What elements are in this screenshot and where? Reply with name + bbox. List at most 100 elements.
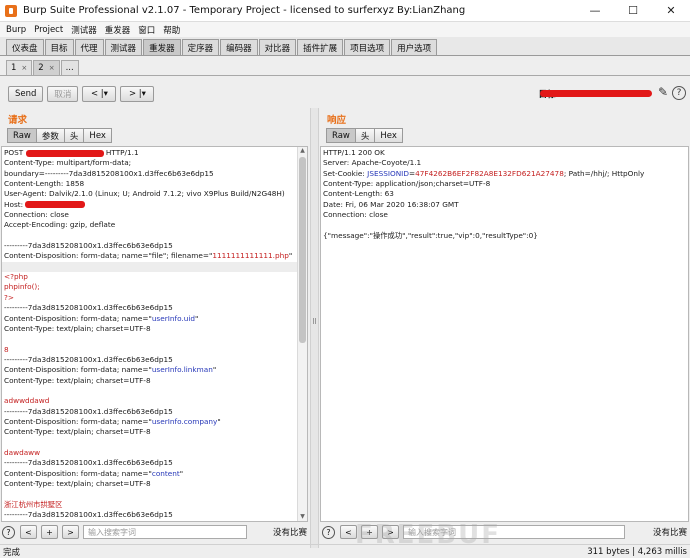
splitter-grip-icon [313, 318, 316, 324]
request-line: Content-Disposition: form-data; name="fi… [4, 251, 298, 261]
edit-target-pencil-icon[interactable]: ✎ [658, 85, 668, 99]
response-line: Set-Cookie: JSESSIONID=47F4262B6EF2F82A8… [323, 169, 644, 179]
request-text: POST HTTP/1.1 Content-Type: multipart/for… [2, 148, 298, 521]
close-tab-icon[interactable]: × [49, 64, 55, 72]
search-next-button[interactable]: > [62, 525, 79, 539]
request-scrollbar[interactable]: ▲ ▼ [297, 147, 307, 521]
response-tab-raw[interactable]: Raw [326, 128, 356, 143]
forward-button[interactable]: > |▾ [120, 86, 155, 102]
tab-proxy[interactable]: 代理 [74, 39, 104, 55]
tab-repeater[interactable]: 重发器 [143, 39, 181, 55]
redaction-mark [25, 149, 104, 157]
request-token: HTTP/1.1 [103, 148, 139, 157]
tab-user-options[interactable]: 用户选项 [391, 39, 438, 55]
tab-intruder[interactable]: 测试器 [104, 39, 143, 55]
request-token: Content-Length: 1858 [4, 179, 85, 189]
tab-target[interactable]: 目标 [44, 39, 74, 55]
help-icon[interactable]: ? [672, 86, 686, 100]
request-editor[interactable]: POST HTTP/1.1 Content-Type: multipart/for… [1, 146, 308, 522]
search-add-button[interactable]: + [361, 525, 378, 539]
request-search-input[interactable]: 输入搜索字词 [83, 525, 247, 539]
response-line: Server: Apache-Coyote/1.1 [323, 158, 644, 168]
request-token: " [288, 251, 293, 261]
request-token: ---------7da3d815208100x1.d3ffec6b63e6dp… [4, 458, 173, 468]
request-tab-params[interactable]: 参数 [35, 128, 65, 143]
search-prev-button[interactable]: < [340, 525, 357, 539]
response-pane: 响应 Raw 头 Hex HTTP/1.1 200 OK Server: Apac… [319, 108, 690, 522]
target-redaction [540, 90, 652, 97]
search-add-button[interactable]: + [41, 525, 58, 539]
menu-burp[interactable]: Burp [6, 25, 26, 35]
menu-help[interactable]: 帮助 [163, 24, 180, 36]
request-tab-hex[interactable]: Hex [83, 128, 112, 143]
burp-logo-icon [5, 4, 17, 17]
request-token: boundary=---------7da3d815208100x1.d3ffe… [4, 168, 214, 178]
tab-decoder[interactable]: 编码器 [220, 39, 258, 55]
request-token: Content-Disposition: form-data; name=" [4, 416, 152, 426]
repeater-tab-2[interactable]: 2 × [33, 60, 60, 75]
request-token: Content-Type: text/plain; charset=UTF-8 [4, 479, 151, 488]
close-button[interactable]: ✕ [652, 0, 690, 22]
cancel-button[interactable]: 取消 [47, 86, 79, 102]
request-line: dawdaww [4, 448, 298, 458]
repeater-tab-label: 2 [38, 63, 44, 73]
request-line: Content-Disposition: form-data; name="us… [4, 365, 298, 375]
request-tab-headers[interactable]: 头 [63, 128, 85, 143]
maximize-button[interactable]: ☐ [614, 0, 652, 22]
status-text: 完成 [3, 547, 21, 558]
minimize-button[interactable]: — [576, 0, 614, 22]
scroll-down-icon[interactable]: ▼ [299, 513, 306, 521]
menu-project[interactable]: Project [34, 25, 63, 35]
response-tab-hex[interactable]: Hex [374, 128, 403, 143]
request-token: <?php [4, 272, 28, 282]
request-line [4, 334, 298, 344]
title-bar: Burp Suite Professional v2.1.07 - Tempor… [0, 0, 690, 22]
request-token: userInfo.company [151, 416, 218, 426]
repeater-tab-1[interactable]: 1 × [6, 60, 33, 75]
window-title: Burp Suite Professional v2.1.07 - Tempor… [23, 5, 466, 16]
repeater-tab-bar: 1 × 2 × ... [0, 58, 690, 76]
response-match-count: 没有比赛 [652, 528, 687, 538]
tab-sequencer[interactable]: 定序器 [181, 39, 220, 55]
menu-window[interactable]: 窗口 [138, 24, 155, 36]
request-token: dawdaww [4, 447, 41, 457]
redaction-mark [25, 201, 86, 209]
search-help-icon[interactable]: ? [322, 525, 335, 539]
request-token: ---------7da3d815208100x1.d3ffec6b63e6dp… [4, 354, 173, 364]
request-tab-raw[interactable]: Raw [7, 128, 37, 143]
close-tab-icon[interactable]: × [21, 64, 27, 72]
request-line: Content-Type: text/plain; charset=UTF-8 [4, 479, 298, 489]
scroll-thumb[interactable] [299, 157, 306, 343]
tab-comparer[interactable]: 对比器 [258, 39, 297, 55]
request-line: Content-Disposition: form-data; name="us… [4, 314, 298, 324]
response-tab-headers[interactable]: 头 [354, 128, 376, 143]
request-line [4, 231, 298, 241]
request-token: userInfo.linkman [151, 365, 213, 375]
response-token: Content-Type: application/json;charset=U… [323, 179, 491, 189]
request-token: Connection: close [4, 210, 69, 220]
tab-extender[interactable]: 插件扩展 [297, 39, 344, 55]
request-token: User-Agent: Dalvik/2.1.0 (Linux; U; Andr… [4, 189, 285, 199]
request-line [4, 438, 298, 448]
search-help-icon[interactable]: ? [2, 525, 15, 539]
send-button[interactable]: Send [8, 86, 44, 102]
scroll-up-icon[interactable]: ▲ [299, 147, 306, 155]
tab-project-options[interactable]: 项目选项 [344, 39, 391, 55]
back-button[interactable]: < |▾ [82, 86, 117, 102]
response-line: Content-Length: 63 [323, 189, 644, 199]
menu-repeater[interactable]: 重发器 [105, 24, 131, 36]
menu-intruder[interactable]: 测试器 [71, 24, 97, 36]
request-token: POST [4, 148, 26, 157]
response-search-input[interactable]: 输入搜索字词 [403, 525, 625, 539]
search-prev-button[interactable]: < [20, 525, 37, 539]
request-line: Content-Type: text/plain; charset=UTF-8 [4, 376, 298, 386]
status-bar: 完成 311 bytes | 4,263 millis [0, 544, 690, 558]
request-line: ?> [4, 293, 298, 303]
response-token: Content-Length: 63 [323, 189, 394, 199]
tab-dashboard[interactable]: 仪表盘 [6, 39, 44, 55]
new-tab-button[interactable]: ... [60, 60, 79, 75]
response-editor[interactable]: HTTP/1.1 200 OK Server: Apache-Coyote/1.1… [320, 146, 689, 522]
request-token: ---------7da3d815208100x1.d3ffec6b63e6dp… [4, 241, 173, 251]
search-next-button[interactable]: > [382, 525, 399, 539]
pane-splitter[interactable] [310, 108, 319, 548]
